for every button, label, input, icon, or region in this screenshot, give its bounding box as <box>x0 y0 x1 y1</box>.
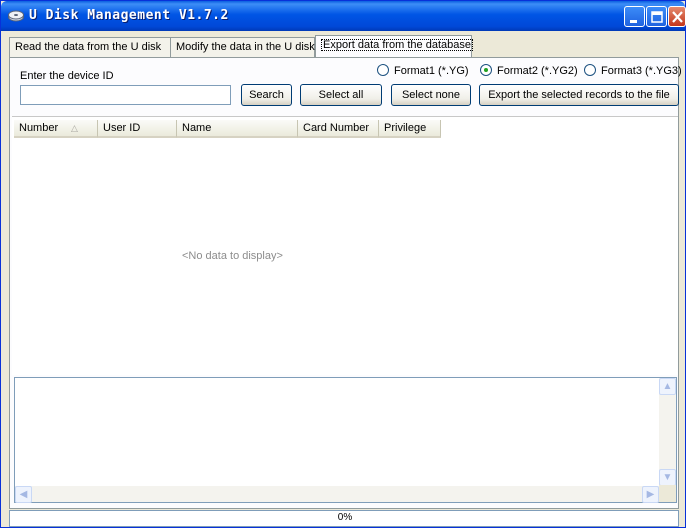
disk-icon <box>8 10 24 22</box>
radio-circle-icon <box>584 64 596 76</box>
radio-selected-icon <box>480 64 492 76</box>
scroll-up-button[interactable]: ▲ <box>659 378 676 395</box>
chevron-down-icon: ▼ <box>662 472 673 483</box>
title-bar[interactable]: U Disk Management V1.7.2 <box>1 1 686 31</box>
format1-label: Format1 (*.YG) <box>394 65 469 77</box>
horizontal-scrollbar[interactable]: ◀ ▶ <box>15 486 659 503</box>
radio-circle-icon <box>377 64 389 76</box>
format3-radio[interactable]: Format3 (*.YG3) <box>584 64 682 78</box>
scroll-left-button[interactable]: ◀ <box>15 486 32 503</box>
empty-grid-message: <No data to display> <box>182 250 283 262</box>
select-none-button[interactable]: Select none <box>391 84 471 106</box>
column-label: Privilege <box>384 122 427 134</box>
minimize-icon <box>630 20 637 23</box>
column-label: Number <box>19 122 59 134</box>
log-textarea[interactable]: ▲ ▼ ◀ ▶ <box>14 377 677 503</box>
progress-text: 0% <box>337 512 353 523</box>
format2-label: Format2 (*.YG2) <box>497 65 578 77</box>
scroll-right-button[interactable]: ▶ <box>642 486 659 503</box>
vertical-scrollbar[interactable]: ▲ ▼ <box>659 378 676 486</box>
tab-export-database[interactable]: Export data from the database <box>315 35 473 57</box>
chevron-left-icon: ◀ <box>19 489 28 500</box>
tab-label: Modify the data in the U disk <box>176 41 315 53</box>
sort-ascending-icon: △ <box>71 123 78 133</box>
chevron-right-icon: ▶ <box>646 489 655 500</box>
progress-bar: 0% <box>9 510 679 527</box>
column-header-card-number[interactable]: Card Number <box>298 120 379 138</box>
format1-radio[interactable]: Format1 (*.YG) <box>377 64 469 78</box>
format2-radio[interactable]: Format2 (*.YG2) <box>480 64 578 78</box>
tab-label: Export data from the database <box>321 39 473 51</box>
column-header-number[interactable]: Number △ <box>14 120 98 138</box>
search-button[interactable]: Search <box>241 84 292 106</box>
maximize-icon <box>651 11 663 23</box>
column-label: Name <box>182 122 212 134</box>
minimize-button[interactable] <box>624 6 645 27</box>
scrollbar-corner <box>659 485 676 502</box>
chevron-up-icon: ▲ <box>662 381 673 392</box>
records-grid[interactable]: Number △ User ID Name Card Number Privil… <box>12 116 678 375</box>
tab-read-u-disk[interactable]: Read the data from the U disk <box>9 37 171 57</box>
device-id-input[interactable] <box>20 85 231 105</box>
column-label: Card Number <box>303 122 370 134</box>
column-label: User ID <box>103 122 141 134</box>
column-header-privilege[interactable]: Privilege <box>379 120 441 138</box>
format3-label: Format3 (*.YG3) <box>601 65 682 77</box>
tab-modify-u-disk[interactable]: Modify the data in the U disk <box>170 37 315 57</box>
device-id-label: Enter the device ID <box>20 70 114 82</box>
app-window: U Disk Management V1.7.2 Read the data f… <box>0 0 686 528</box>
export-button[interactable]: Export the selected records to the file <box>479 84 679 106</box>
close-button[interactable] <box>668 6 686 27</box>
column-header-user-id[interactable]: User ID <box>98 120 177 138</box>
close-icon <box>672 11 683 23</box>
maximize-button[interactable] <box>646 6 667 27</box>
column-header-name[interactable]: Name <box>177 120 298 138</box>
select-all-button[interactable]: Select all <box>300 84 382 106</box>
scroll-down-button[interactable]: ▼ <box>659 469 676 486</box>
window-title: U Disk Management V1.7.2 <box>29 8 229 23</box>
tab-label: Read the data from the U disk <box>15 41 162 53</box>
